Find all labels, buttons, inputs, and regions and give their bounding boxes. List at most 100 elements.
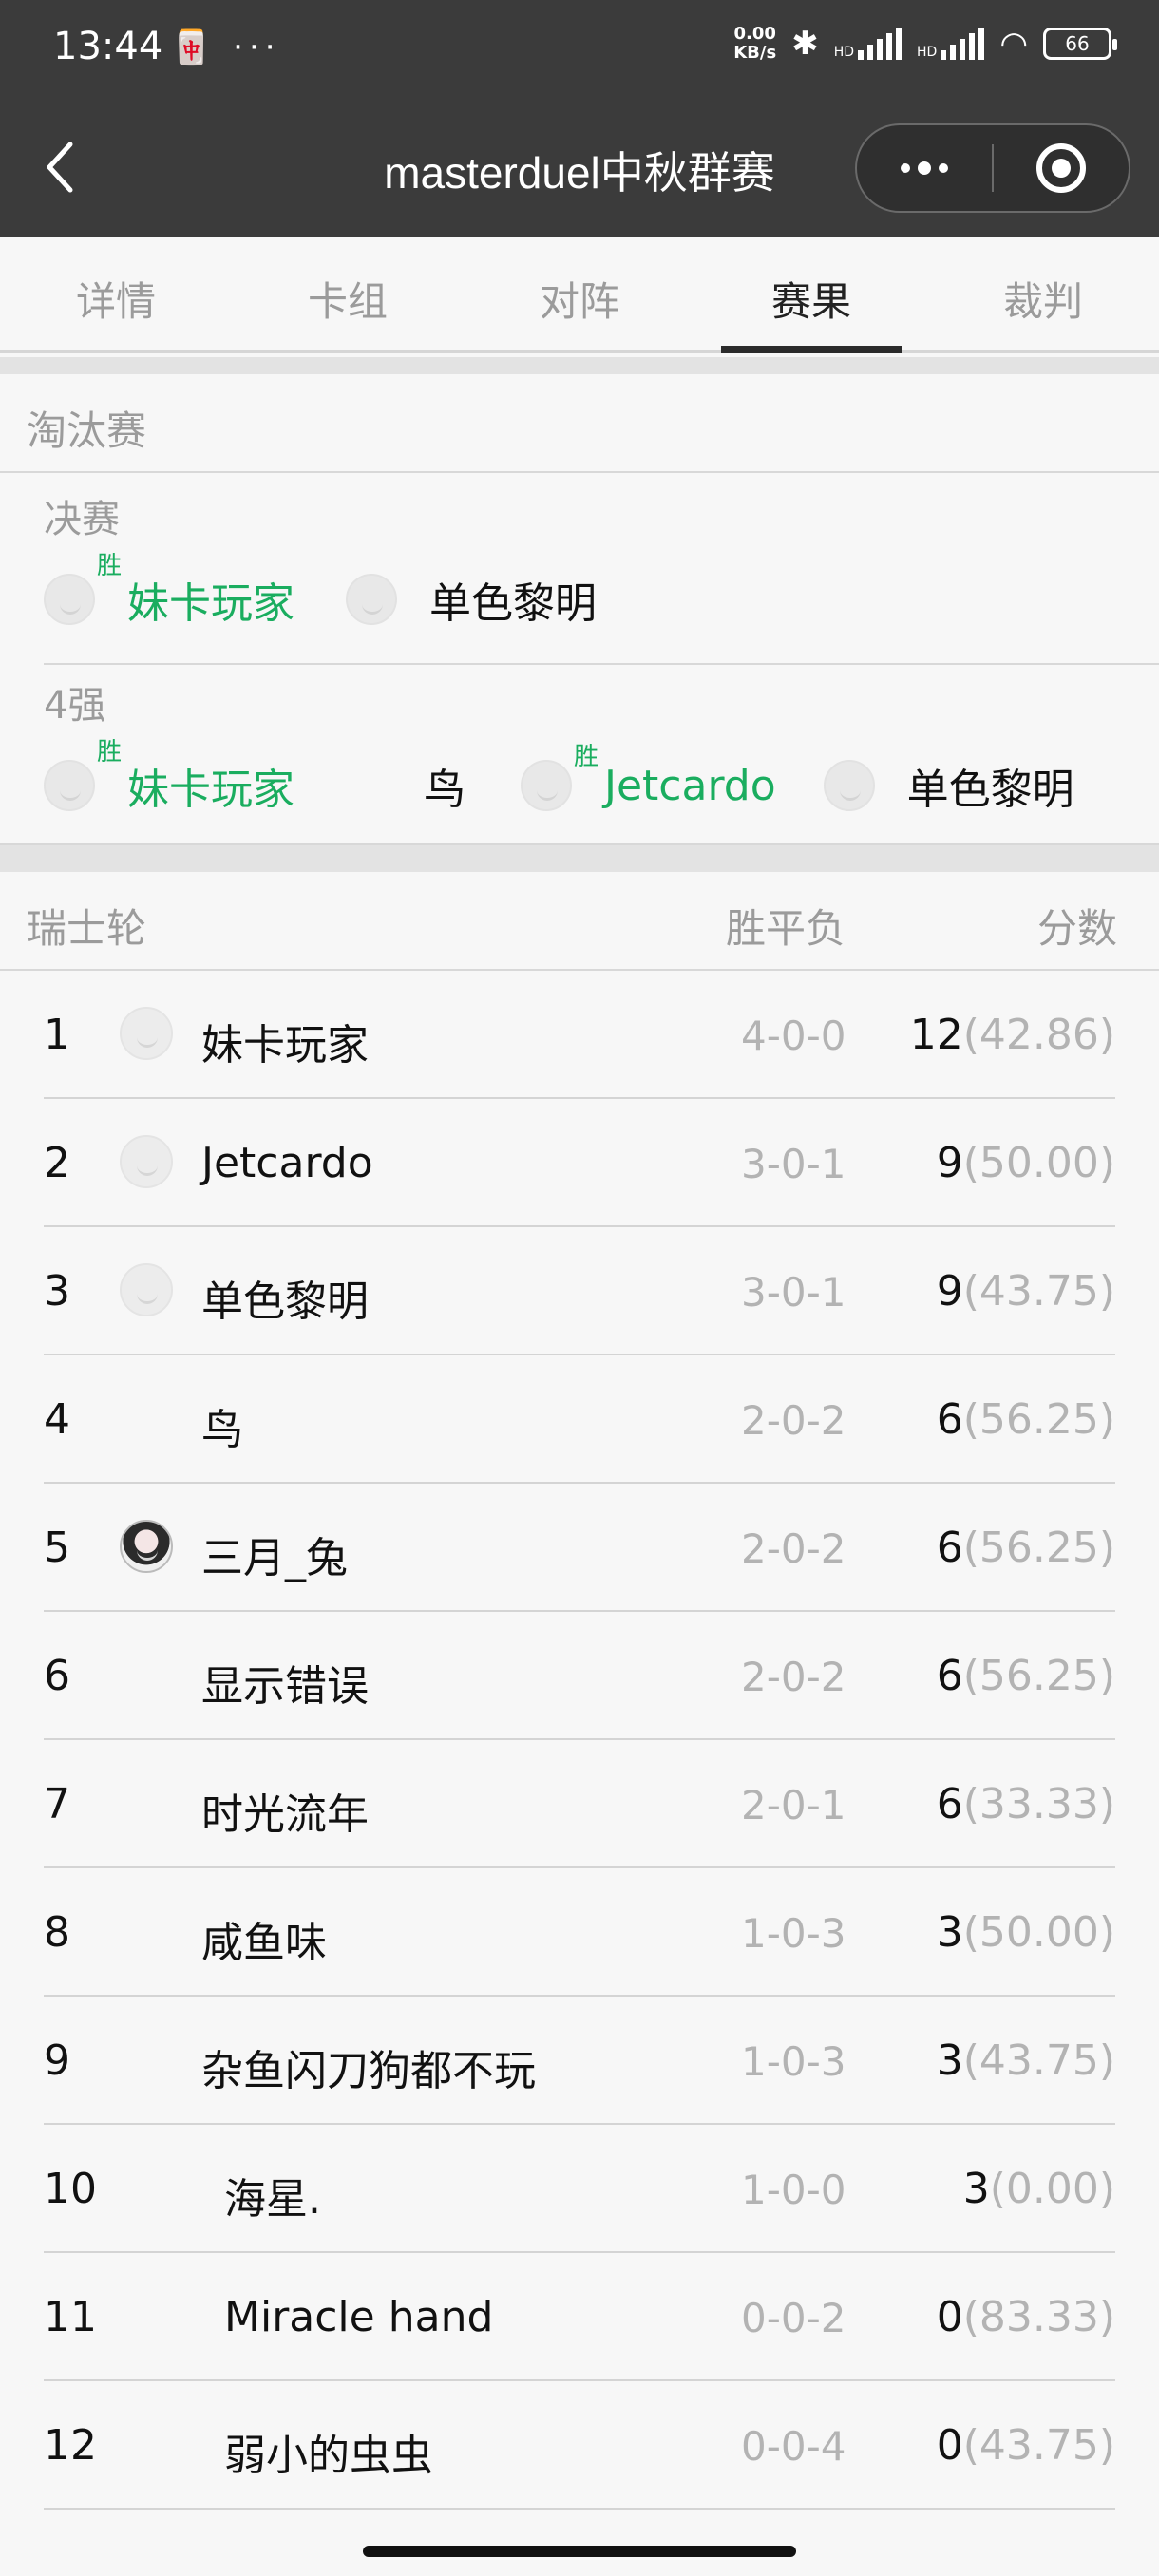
score: 3(50.00) xyxy=(936,1908,1115,1957)
swiss-title: 瑞士轮 xyxy=(27,905,147,952)
more-icon xyxy=(901,163,910,173)
win-badge: 胜 xyxy=(97,738,123,767)
table-row[interactable]: 12 弱小的虫虫 0-0-4 0(43.75) xyxy=(44,2381,1115,2510)
match-player: 胜 Jetcardo xyxy=(521,743,776,811)
score: 6(56.25) xyxy=(936,1524,1115,1572)
score: 9(50.00) xyxy=(936,1139,1115,1187)
semifinal-round-label: 4强 xyxy=(44,684,106,728)
win-draw-loss: 2-0-2 xyxy=(741,1654,846,1700)
table-row[interactable]: 1 妹卡玩家 4-0-0 12(42.86) xyxy=(44,971,1115,1099)
rank: 11 xyxy=(44,2293,97,2341)
bluetooth-icon: ✱ xyxy=(791,25,819,63)
score: 3(0.00) xyxy=(962,2165,1115,2213)
player-name: 妹卡玩家 xyxy=(201,1021,369,1070)
semifinal-match-2[interactable]: 胜 Jetcardo 单色黎明 xyxy=(521,743,1159,819)
table-row[interactable]: 11 Miracle hand 0-0-2 0(83.33) xyxy=(44,2253,1115,2381)
player-name: 单色黎明 xyxy=(906,766,1074,814)
rank: 12 xyxy=(44,2421,97,2470)
table-row[interactable]: 2 Jetcardo 3-0-1 9(50.00) xyxy=(44,1099,1115,1227)
match-player: 单色黎明 xyxy=(346,569,597,630)
tab-bar: 详情 卡组 对阵 赛果 裁判 xyxy=(0,237,1159,353)
table-row[interactable]: 6 显示错误 2-0-2 6(56.25) xyxy=(44,1612,1115,1740)
win-draw-loss: 4-0-0 xyxy=(741,1013,846,1059)
target-icon xyxy=(1036,143,1086,193)
avatar xyxy=(44,760,95,811)
knockout-title: 淘汰赛 xyxy=(27,407,147,454)
score: 3(43.75) xyxy=(936,2036,1115,2085)
divider xyxy=(44,663,1159,665)
player-name: 鸟 xyxy=(424,766,466,814)
win-draw-loss: 2-0-2 xyxy=(741,1525,846,1572)
score: 12(42.86) xyxy=(909,1011,1115,1059)
table-row[interactable]: 10 海星. 1-0-0 3(0.00) xyxy=(44,2125,1115,2253)
rank: 3 xyxy=(44,1267,70,1316)
match-player: 胜 妹卡玩家 xyxy=(44,552,294,630)
rank: 1 xyxy=(44,1011,70,1059)
rank: 2 xyxy=(44,1139,70,1187)
rank: 10 xyxy=(44,2165,97,2213)
table-row[interactable]: 4 鸟 2-0-2 6(56.25) xyxy=(44,1355,1115,1484)
signal-icon: HD xyxy=(834,28,902,60)
player-name: 单色黎明 xyxy=(429,579,597,628)
player-name: 妹卡玩家 xyxy=(127,766,294,814)
notification-icons: 🀄 ··· xyxy=(171,28,281,66)
knockout-header: 淘汰赛 xyxy=(0,374,1159,473)
rank: 4 xyxy=(44,1395,70,1444)
rank: 6 xyxy=(44,1652,70,1700)
top-bar: 13:44 🀄 ··· 0.00 KB/s ✱ HD HD ◠ 66 maste… xyxy=(0,0,1159,237)
status-time: 13:44 xyxy=(53,25,163,68)
final-round-label: 决赛 xyxy=(44,498,120,541)
player-name: 杂鱼闪刀狗都不玩 xyxy=(201,2047,536,2095)
win-draw-loss: 1-0-3 xyxy=(741,2038,846,2085)
win-draw-loss: 0-0-4 xyxy=(741,2423,846,2470)
score: 9(43.75) xyxy=(936,1267,1115,1316)
match-player: 鸟 xyxy=(424,755,466,816)
tab-decks[interactable]: 卡组 xyxy=(232,237,464,350)
final-match[interactable]: 胜 妹卡玩家 单色黎明 xyxy=(44,552,1159,633)
player-name: 咸鱼味 xyxy=(201,1919,327,1967)
avatar xyxy=(120,1520,173,1573)
more-button[interactable] xyxy=(857,125,992,211)
win-draw-loss: 2-0-2 xyxy=(741,1397,846,1444)
tab-results[interactable]: 赛果 xyxy=(695,237,927,350)
avatar xyxy=(120,1263,173,1316)
player-name: Jetcardo xyxy=(604,761,776,810)
tab-judges[interactable]: 裁判 xyxy=(927,237,1159,350)
table-row[interactable]: 9 杂鱼闪刀狗都不玩 1-0-3 3(43.75) xyxy=(44,1997,1115,2125)
close-button[interactable] xyxy=(994,125,1129,211)
table-row[interactable]: 8 咸鱼味 1-0-3 3(50.00) xyxy=(44,1868,1115,1997)
rank: 5 xyxy=(44,1524,70,1572)
score: 0(43.75) xyxy=(936,2421,1115,2470)
player-name: 单色黎明 xyxy=(201,1278,369,1326)
section-gap xyxy=(0,843,1159,872)
status-icons: 0.00 KB/s ✱ HD HD ◠ 66 xyxy=(733,24,1117,63)
battery-icon: 66 xyxy=(1043,28,1117,60)
swiss-header: 瑞士轮 胜平负 分数 xyxy=(0,872,1159,971)
tab-pairings[interactable]: 对阵 xyxy=(464,237,695,350)
avatar xyxy=(44,574,95,625)
rank: 9 xyxy=(44,2036,70,2085)
table-row[interactable]: 7 时光流年 2-0-1 6(33.33) xyxy=(44,1740,1115,1868)
player-name: 鸟 xyxy=(201,1406,243,1454)
match-player: 单色黎明 xyxy=(823,755,1074,816)
avatar xyxy=(346,574,397,625)
tab-details[interactable]: 详情 xyxy=(0,237,232,350)
rank: 8 xyxy=(44,1908,70,1957)
player-name: Miracle hand xyxy=(224,2293,494,2341)
player-name: 妹卡玩家 xyxy=(127,579,294,628)
network-speed: 0.00 KB/s xyxy=(733,24,777,63)
table-row[interactable]: 3 单色黎明 3-0-1 9(43.75) xyxy=(44,1227,1115,1355)
match-player: 胜 妹卡玩家 xyxy=(44,738,294,816)
player-name: 弱小的虫虫 xyxy=(224,2432,433,2480)
win-draw-loss: 1-0-0 xyxy=(741,2167,846,2213)
win-draw-loss: 3-0-1 xyxy=(741,1269,846,1316)
avatar xyxy=(120,1135,173,1188)
signal-icon-2: HD xyxy=(917,28,985,60)
score: 6(33.33) xyxy=(936,1780,1115,1828)
section-gap xyxy=(0,357,1159,374)
win-draw-loss: 1-0-3 xyxy=(741,1910,846,1957)
home-indicator[interactable] xyxy=(363,2546,796,2557)
table-row[interactable]: 5 三月_兔 2-0-2 6(56.25) xyxy=(44,1484,1115,1612)
avatar xyxy=(823,760,875,811)
score-column-header: 分数 xyxy=(1036,905,1117,952)
